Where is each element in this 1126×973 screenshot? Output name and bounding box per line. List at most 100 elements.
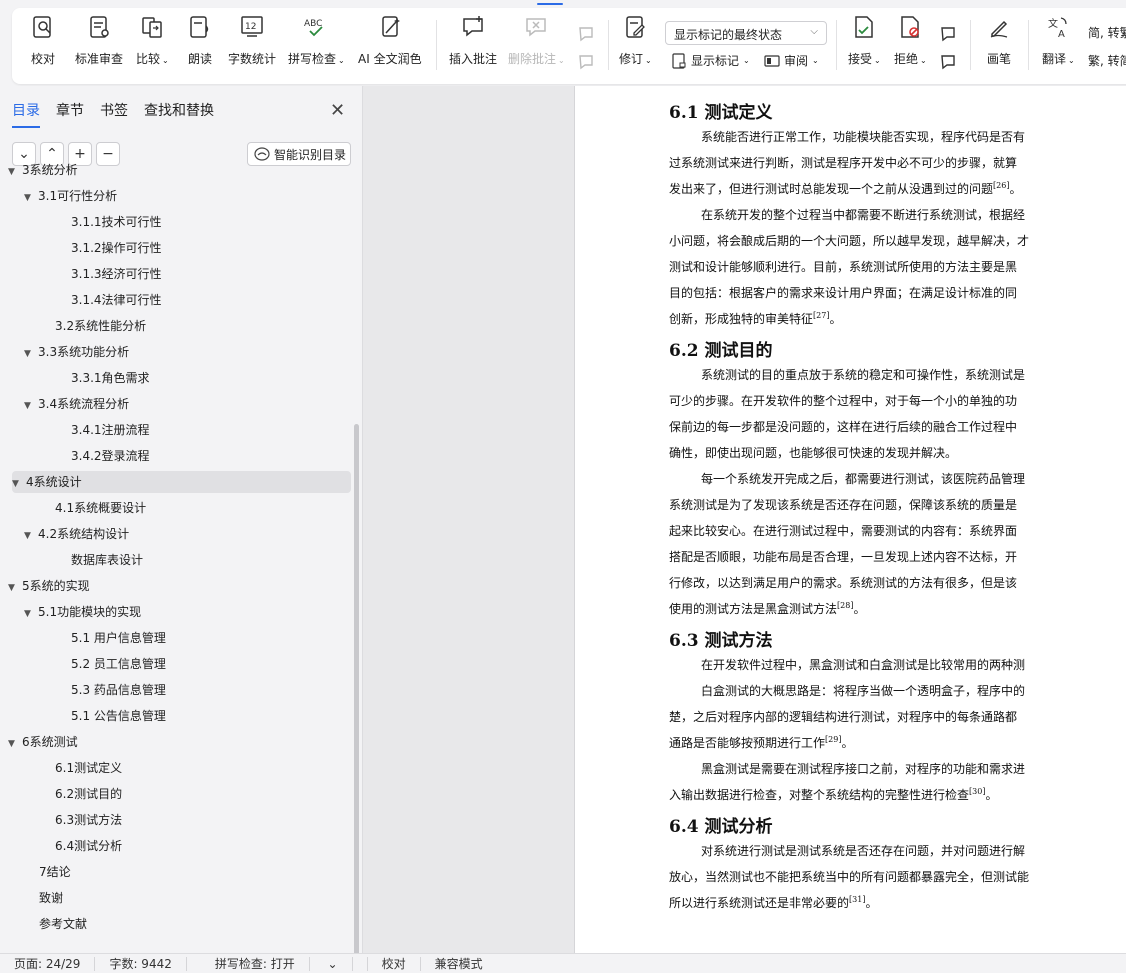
toc-item[interactable]: ▼ 5系统的实现	[8, 575, 90, 597]
tab-toc[interactable]: 目录	[12, 100, 40, 128]
tab-bookmarks[interactable]: 书签	[100, 100, 128, 128]
page-indicator[interactable]: 页面: 24/29	[0, 956, 96, 971]
toc-item[interactable]: 5.1 用户信息管理	[71, 627, 166, 649]
toc-item[interactable]: ▼ 3.3系统功能分析	[24, 341, 129, 363]
toc-item[interactable]: 6.1测试定义	[55, 757, 122, 779]
expand-triangle-icon[interactable]: ▼	[24, 603, 38, 625]
toc-item[interactable]: ▼ 4.2系统结构设计	[24, 523, 129, 545]
toc-item[interactable]: 3.3.1角色需求	[71, 367, 150, 389]
toc-item[interactable]: 5.2 员工信息管理	[71, 653, 166, 675]
toc-item[interactable]: 参考文献	[39, 913, 87, 935]
toc-item[interactable]: 5.3 药品信息管理	[71, 679, 166, 701]
toc-item[interactable]: 数据库表设计	[71, 549, 143, 571]
insert-comment-button[interactable]: 插入批注	[449, 14, 497, 76]
expand-triangle-icon[interactable]: ▼	[8, 733, 22, 755]
toc-item-label: 3.2系统性能分析	[55, 319, 147, 333]
toc-item[interactable]: 7结论	[39, 861, 71, 883]
toc-item[interactable]: ▼ 4系统设计	[12, 471, 351, 493]
toc-item-label: 6系统测试	[22, 735, 78, 749]
proofread-status[interactable]: 校对	[368, 956, 421, 971]
toc-item-label: 3.1可行性分析	[38, 189, 118, 203]
tab-find-replace[interactable]: 查找和替换	[144, 100, 214, 128]
chevron-down-icon: ⌄	[743, 56, 750, 65]
toc-item[interactable]: 致谢	[39, 887, 63, 909]
delete-comment-button[interactable]: 删除批注 ⌄	[508, 14, 565, 76]
convert-to-traditional-button[interactable]: 简, 转繁	[1088, 24, 1126, 41]
ribbon-divider	[608, 20, 609, 70]
proofread-button[interactable]: 校对	[30, 14, 56, 76]
smart-toc-button[interactable]: 智能识别目录	[247, 142, 351, 166]
toc-item[interactable]: 3.1.2操作可行性	[71, 237, 162, 259]
toc-item-label: 3.4.2登录流程	[71, 449, 150, 463]
read-aloud-button[interactable]: 朗读	[187, 14, 213, 76]
toc-item[interactable]: ▼ 5.1功能模块的实现	[24, 601, 141, 623]
compare-button[interactable]: 比较 ⌄	[136, 14, 169, 76]
section-heading: 6.3 测试方法	[669, 631, 773, 651]
track-changes-button[interactable]: 修订 ⌄	[619, 14, 652, 76]
expand-triangle-icon[interactable]: ▼	[12, 473, 26, 495]
toc-item-label: 参考文献	[39, 917, 88, 931]
paragraph: 在开发软件过程中，黑盒测试和白盒测试是比较常用的两种测	[701, 658, 1026, 672]
expand-triangle-icon[interactable]: ▼	[24, 395, 38, 417]
toc-item[interactable]: 3.1.4法律可行性	[71, 289, 162, 311]
scrollbar[interactable]	[354, 424, 359, 953]
ribbon-divider	[970, 20, 971, 70]
toc-item[interactable]: 3.4.2登录流程	[71, 445, 150, 467]
section-heading: 6.1 测试定义	[669, 103, 773, 123]
toc-item[interactable]: 6.4测试分析	[55, 835, 122, 857]
svg-text:A: A	[1058, 29, 1065, 40]
toc-item[interactable]: 4.1系统概要设计	[55, 497, 146, 519]
tab-chapters[interactable]: 章节	[56, 100, 84, 128]
toc-item[interactable]: 5.1 公告信息管理	[71, 705, 166, 727]
toc-item-label: 5.3 药品信息管理	[71, 683, 166, 697]
ai-polish-button[interactable]: AI 全文润色	[358, 14, 422, 76]
toc-item[interactable]: ▼ 6系统测试	[8, 731, 78, 753]
convert-to-simplified-button[interactable]: 繁, 转简	[1088, 52, 1126, 69]
show-markup-button[interactable]: 显示标记 ⌄	[671, 52, 750, 69]
remove-heading-button[interactable]: −	[96, 142, 120, 166]
pen-button[interactable]: 画笔	[986, 14, 1012, 76]
spell-check-status[interactable]: 拼写检查: 打开 ⌄	[187, 956, 368, 971]
review-pane-button[interactable]: 审阅 ⌄	[764, 52, 819, 69]
toc-item[interactable]: 3.4.1注册流程	[71, 419, 150, 441]
document-body[interactable]: 6.1 测试定义 系统能否进行正常工作，功能模块能否实现，程序代码是否有 过系统…	[669, 98, 1126, 920]
next-comment-icon[interactable]	[576, 52, 596, 72]
toc-item[interactable]: 3.1.1技术可行性	[71, 211, 162, 233]
review-pane-icon	[764, 54, 780, 67]
expand-triangle-icon[interactable]: ▼	[24, 343, 38, 365]
previous-comment-icon[interactable]	[576, 24, 596, 44]
status-bar: 页面: 24/29 字数: 9442 拼写检查: 打开 ⌄ 校对 兼容模式	[0, 953, 1126, 973]
expand-triangle-icon[interactable]: ▼	[8, 577, 22, 599]
toc-item[interactable]: 3.2系统性能分析	[55, 315, 146, 337]
toc-item[interactable]: ▼ 3.1可行性分析	[24, 185, 117, 207]
paragraph: 对系统进行测试是测试系统是否还存在问题，并对问题进行解 放心，当然测试也不能把系…	[669, 844, 1030, 910]
word-count-button[interactable]: 12 字数统计	[228, 14, 276, 76]
expand-triangle-icon[interactable]: ▼	[24, 187, 38, 209]
word-count[interactable]: 字数: 9442	[95, 956, 187, 971]
expand-triangle-icon[interactable]: ▼	[24, 525, 38, 547]
toc-item[interactable]: 3.1.3经济可行性	[71, 263, 162, 285]
show-markup-icon	[672, 52, 686, 69]
toc-item-label: 7结论	[39, 865, 71, 879]
ribbon: 校对 标准审查 比较 ⌄ 朗读 12 字数统计 ABC 拼写检查 ⌄ AI 全文润色…	[0, 0, 1126, 86]
toc-item[interactable]: ▼ 3系统分析	[8, 159, 78, 181]
toc-item[interactable]: ▼ 3.4系统流程分析	[24, 393, 129, 415]
paragraph: 每一个系统发开完成之后，都需要进行测试，该医院药品管理 系统测试是为了发现该系统…	[669, 472, 1026, 616]
toc-item[interactable]: 6.3测试方法	[55, 809, 122, 831]
next-change-icon[interactable]	[938, 52, 958, 72]
close-icon[interactable]: ✕	[330, 100, 345, 121]
markup-mode-select[interactable]: 显示标记的最终状态 ⌵	[665, 21, 827, 45]
compat-mode: 兼容模式	[434, 956, 483, 971]
toc-item[interactable]: 6.2测试目的	[55, 783, 122, 805]
reject-button[interactable]: 拒绝 ⌄	[894, 14, 927, 76]
previous-change-icon[interactable]	[938, 24, 958, 44]
chevron-down-icon: ⌄	[162, 56, 169, 65]
standard-review-button[interactable]: 标准审查	[75, 14, 123, 76]
translate-button[interactable]: 文A 翻译 ⌄	[1042, 14, 1075, 76]
expand-triangle-icon[interactable]: ▼	[8, 161, 22, 183]
toc-item-label: 5系统的实现	[22, 579, 90, 593]
toc-item-label: 3.1.3经济可行性	[71, 267, 162, 281]
toc-item-label: 5.1功能模块的实现	[38, 605, 142, 619]
spell-check-button[interactable]: ABC 拼写检查 ⌄	[288, 14, 345, 76]
accept-button[interactable]: 接受 ⌄	[848, 14, 881, 76]
